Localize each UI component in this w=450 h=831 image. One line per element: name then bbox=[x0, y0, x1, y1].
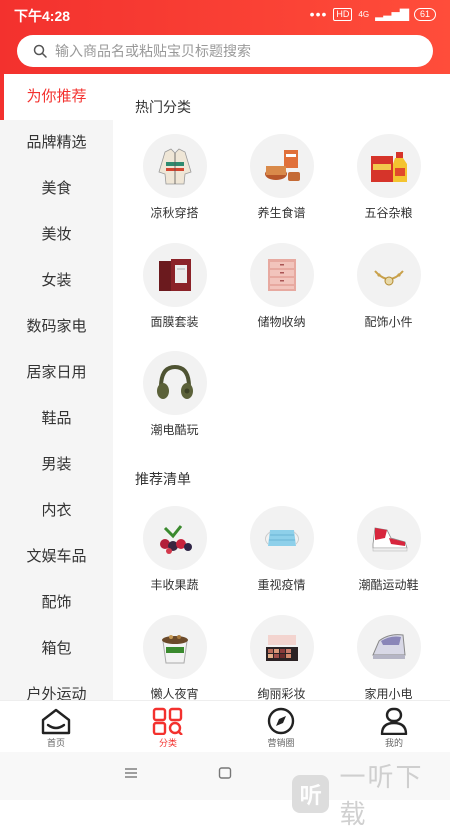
signal-icon: ▂▃▅▇ bbox=[375, 7, 409, 21]
bottom-tab-bar: 首页 分类 营销圈 我的 bbox=[0, 700, 450, 753]
category-cell[interactable]: 丰收果蔬 bbox=[121, 506, 228, 593]
sidebar-item-home[interactable]: 居家日用 bbox=[0, 350, 113, 396]
sidebar-item-underwear[interactable]: 内衣 bbox=[0, 488, 113, 534]
category-label: 懒人夜宵 bbox=[150, 687, 199, 700]
hd-badge: HD bbox=[333, 7, 353, 21]
category-cell[interactable]: 潮电酷玩 bbox=[121, 351, 228, 438]
tab-label: 首页 bbox=[46, 738, 65, 748]
category-label: 面膜套装 bbox=[150, 315, 199, 329]
snack-cup-icon bbox=[142, 615, 207, 679]
category-label: 重视疫情 bbox=[257, 578, 306, 592]
sneaker-icon bbox=[356, 506, 421, 570]
category-cell[interactable]: 重视疫情 bbox=[228, 506, 335, 593]
sidebar-item-shoes[interactable]: 鞋品 bbox=[0, 396, 113, 442]
category-label: 潮酷运动鞋 bbox=[358, 578, 419, 592]
category-cell[interactable]: 五谷杂粮 bbox=[335, 134, 442, 221]
user-icon bbox=[380, 707, 408, 735]
status-time: 下午4:28 bbox=[14, 8, 71, 24]
category-sidebar: 为你推荐 品牌精选 美食 美妆 女装 数码家电 居家日用 鞋品 男装 内衣 文娱… bbox=[0, 74, 113, 700]
search-input[interactable] bbox=[53, 42, 417, 60]
tab-label: 我的 bbox=[384, 738, 403, 748]
iron-icon bbox=[356, 615, 421, 679]
category-label: 配饰小件 bbox=[364, 315, 413, 329]
tab-label: 分类 bbox=[158, 738, 177, 748]
category-cell[interactable]: 面膜套装 bbox=[121, 243, 228, 330]
category-label: 绚丽彩妆 bbox=[257, 687, 306, 700]
sidebar-item-womens[interactable]: 女装 bbox=[0, 258, 113, 304]
category-icon bbox=[152, 707, 183, 735]
berries-icon bbox=[142, 506, 207, 570]
tab-category[interactable]: 分类 bbox=[112, 703, 224, 749]
tab-label: 营销圈 bbox=[267, 738, 295, 748]
category-label: 丰收果蔬 bbox=[150, 578, 199, 592]
sidebar-item-entertainment[interactable]: 文娱车品 bbox=[0, 534, 113, 580]
tab-mine[interactable]: 我的 bbox=[338, 703, 450, 749]
home-icon bbox=[41, 708, 71, 735]
section-title-hot: 热门分类 bbox=[135, 99, 191, 115]
sidebar-item-digital[interactable]: 数码家电 bbox=[0, 304, 113, 350]
face-mask-box-icon bbox=[142, 243, 207, 307]
sidebar-item-brand[interactable]: 品牌精选 bbox=[0, 120, 113, 166]
watermark: 听 一听下载 bbox=[292, 757, 450, 831]
battery-level: 61 bbox=[419, 8, 430, 19]
category-cell[interactable]: 配饰小件 bbox=[335, 243, 442, 330]
sidebar-item-recommend[interactable]: 为你推荐 bbox=[0, 74, 113, 120]
tab-home[interactable]: 首页 bbox=[0, 703, 112, 749]
sidebar-item-accessories[interactable]: 配饰 bbox=[0, 580, 113, 626]
category-label: 凉秋穿搭 bbox=[150, 206, 199, 220]
section-title-recommend: 推荐清单 bbox=[135, 471, 191, 487]
sidebar-item-mens[interactable]: 男装 bbox=[0, 442, 113, 488]
status-icons: ••• HD 4G ▂▃▅▇ 61 bbox=[310, 6, 436, 22]
bracelet-icon bbox=[356, 243, 421, 307]
category-cell[interactable]: 储物收纳 bbox=[228, 243, 335, 330]
home-nav-icon[interactable] bbox=[218, 766, 232, 780]
category-label: 潮电酷玩 bbox=[150, 423, 199, 437]
top-header: 下午4:28 ••• HD 4G ▂▃▅▇ 61 bbox=[0, 0, 450, 74]
category-label: 家用小电 bbox=[364, 687, 413, 700]
menu-nav-icon[interactable] bbox=[124, 766, 138, 780]
category-cell[interactable]: 绚丽彩妆 bbox=[228, 615, 335, 700]
sidebar-item-bags[interactable]: 箱包 bbox=[0, 626, 113, 672]
search-icon bbox=[33, 44, 47, 58]
tea-set-icon bbox=[249, 134, 314, 198]
category-cell[interactable]: 养生食谱 bbox=[228, 134, 335, 221]
sidebar-item-beauty[interactable]: 美妆 bbox=[0, 212, 113, 258]
category-cell[interactable]: 懒人夜宵 bbox=[121, 615, 228, 700]
status-bar: 下午4:28 ••• HD 4G ▂▃▅▇ 61 bbox=[0, 0, 450, 28]
grain-oil-icon bbox=[356, 134, 421, 198]
compass-icon bbox=[267, 707, 295, 735]
watermark-text: 一听下载 bbox=[339, 762, 424, 829]
watermark-logo: 听 bbox=[292, 775, 330, 813]
category-content: 热门分类 凉秋穿搭 养生食谱 五谷杂粮 面膜套装 储物收纳 配饰小件 潮电酷玩 … bbox=[113, 74, 450, 700]
storage-drawers-icon bbox=[249, 243, 314, 307]
battery-icon: 61 bbox=[413, 7, 436, 21]
surgical-mask-icon bbox=[249, 506, 314, 570]
more-dots-icon: ••• bbox=[309, 6, 328, 22]
category-label: 储物收纳 bbox=[257, 315, 306, 329]
eyeshadow-palette-icon bbox=[249, 615, 314, 679]
sidebar-item-food[interactable]: 美食 bbox=[0, 166, 113, 212]
category-cell[interactable]: 凉秋穿搭 bbox=[121, 134, 228, 221]
headphones-icon bbox=[142, 351, 207, 415]
search-bar[interactable] bbox=[17, 35, 433, 67]
jacket-icon bbox=[142, 134, 207, 198]
category-label: 养生食谱 bbox=[257, 206, 306, 220]
sidebar-item-outdoor[interactable]: 户外运动 bbox=[0, 672, 113, 700]
tab-marketing[interactable]: 营销圈 bbox=[225, 703, 337, 749]
category-cell[interactable]: 家用小电 bbox=[335, 615, 442, 700]
network-label: 4G bbox=[358, 9, 370, 19]
category-label: 五谷杂粮 bbox=[364, 206, 413, 220]
category-cell[interactable]: 潮酷运动鞋 bbox=[335, 506, 442, 593]
